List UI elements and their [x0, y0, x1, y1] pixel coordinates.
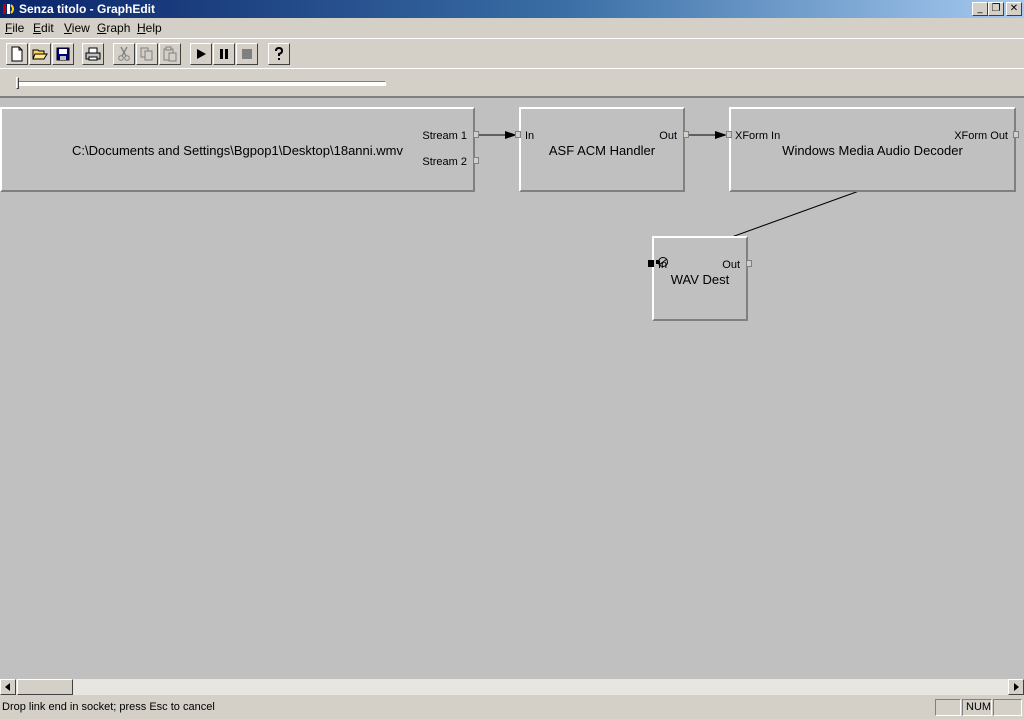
- open-icon: [32, 49, 48, 60]
- filter-source-file[interactable]: C:\Documents and Settings\Bgpop1\Desktop…: [0, 107, 475, 192]
- seek-bar-area: [0, 68, 1024, 96]
- paste-icon: [163, 46, 177, 62]
- pin-wav-in-socket[interactable]: [648, 260, 654, 267]
- scroll-thumb[interactable]: [17, 679, 73, 695]
- help-icon: [275, 46, 284, 60]
- arrow-left-icon: [5, 683, 10, 691]
- status-num-indicator: NUM: [962, 699, 992, 716]
- stop-icon: [242, 49, 252, 59]
- close-button[interactable]: ✕: [1006, 2, 1022, 16]
- seek-track[interactable]: [16, 81, 386, 86]
- pin-xform-in-socket[interactable]: [726, 131, 732, 138]
- pin-label-xform-out: XForm Out: [954, 130, 1008, 142]
- paste-button[interactable]: [159, 43, 181, 65]
- scroll-right-button[interactable]: [1008, 679, 1024, 695]
- graphedit-app-icon: [3, 4, 14, 14]
- window-title: Senza titolo - GraphEdit: [19, 2, 156, 16]
- pin-label-xform-in: XForm In: [735, 130, 781, 142]
- menu-file[interactable]: File: [5, 21, 24, 35]
- restore-button[interactable]: ❐: [988, 2, 1004, 16]
- copy-button[interactable]: [136, 43, 158, 65]
- status-message: Drop link end in socket; press Esc to ca…: [2, 701, 215, 713]
- pause-button[interactable]: [213, 43, 235, 65]
- scroll-left-button[interactable]: [0, 679, 16, 695]
- menu-bar: File Edit View Graph Help: [0, 18, 1024, 38]
- cut-button[interactable]: [113, 43, 135, 65]
- open-button[interactable]: [29, 43, 51, 65]
- link-drop-cursor-icon: [656, 257, 668, 267]
- pin-stream-2-socket[interactable]: [473, 157, 479, 164]
- pause-icon: [220, 49, 228, 59]
- status-panel-scroll: [993, 699, 1022, 716]
- pin-asf-in-socket[interactable]: [515, 131, 521, 138]
- toolbar: [0, 38, 1024, 68]
- filter-wma-decoder-name: Windows Media Audio Decoder: [782, 143, 963, 158]
- new-icon: [11, 46, 23, 62]
- pin-wav-out-socket[interactable]: [746, 260, 752, 267]
- save-button[interactable]: [52, 43, 74, 65]
- pin-label-asf-in: In: [525, 130, 535, 142]
- pin-asf-out-socket[interactable]: [683, 131, 689, 138]
- title-bar[interactable]: Senza titolo - GraphEdit _ ❐ ✕: [0, 0, 1024, 18]
- menu-edit[interactable]: Edit: [33, 21, 54, 35]
- pin-label-stream-1: Stream 1: [422, 130, 467, 142]
- play-button[interactable]: [190, 43, 212, 65]
- status-panel-empty: [935, 699, 961, 716]
- graph-canvas[interactable]: C:\Documents and Settings\Bgpop1\Desktop…: [0, 96, 1024, 679]
- play-icon: [197, 49, 206, 59]
- copy-icon: [140, 47, 153, 61]
- filter-wav-dest[interactable]: WAV Dest In Out: [652, 236, 748, 321]
- pin-label-asf-out: Out: [659, 130, 677, 142]
- pin-label-stream-2: Stream 2: [422, 156, 467, 168]
- menu-graph[interactable]: Graph: [97, 21, 130, 35]
- arrow-right-icon: [1014, 683, 1019, 691]
- menu-view[interactable]: View: [64, 21, 90, 35]
- new-button[interactable]: [6, 43, 28, 65]
- filter-wma-decoder[interactable]: Windows Media Audio Decoder XForm In XFo…: [729, 107, 1016, 192]
- stop-button[interactable]: [236, 43, 258, 65]
- pin-stream-1-socket[interactable]: [473, 131, 479, 138]
- filter-source-file-name: C:\Documents and Settings\Bgpop1\Desktop…: [72, 143, 403, 158]
- filter-asf-acm-handler-name: ASF ACM Handler: [548, 143, 656, 158]
- save-icon: [56, 47, 70, 61]
- menu-help[interactable]: Help: [137, 21, 162, 35]
- print-button[interactable]: [82, 43, 104, 65]
- horizontal-scrollbar[interactable]: [0, 679, 1024, 695]
- filter-wav-dest-name: WAV Dest: [670, 272, 730, 287]
- filter-asf-acm-handler[interactable]: ASF ACM Handler In Out: [519, 107, 685, 192]
- minimize-button[interactable]: _: [972, 2, 988, 16]
- pin-label-wav-out: Out: [722, 259, 740, 271]
- seek-thumb[interactable]: [16, 77, 19, 89]
- status-bar: Drop link end in socket; press Esc to ca…: [0, 697, 1024, 719]
- pin-xform-out-socket[interactable]: [1013, 131, 1019, 138]
- print-icon: [85, 47, 101, 61]
- cut-icon: [118, 46, 130, 61]
- help-button[interactable]: [268, 43, 290, 65]
